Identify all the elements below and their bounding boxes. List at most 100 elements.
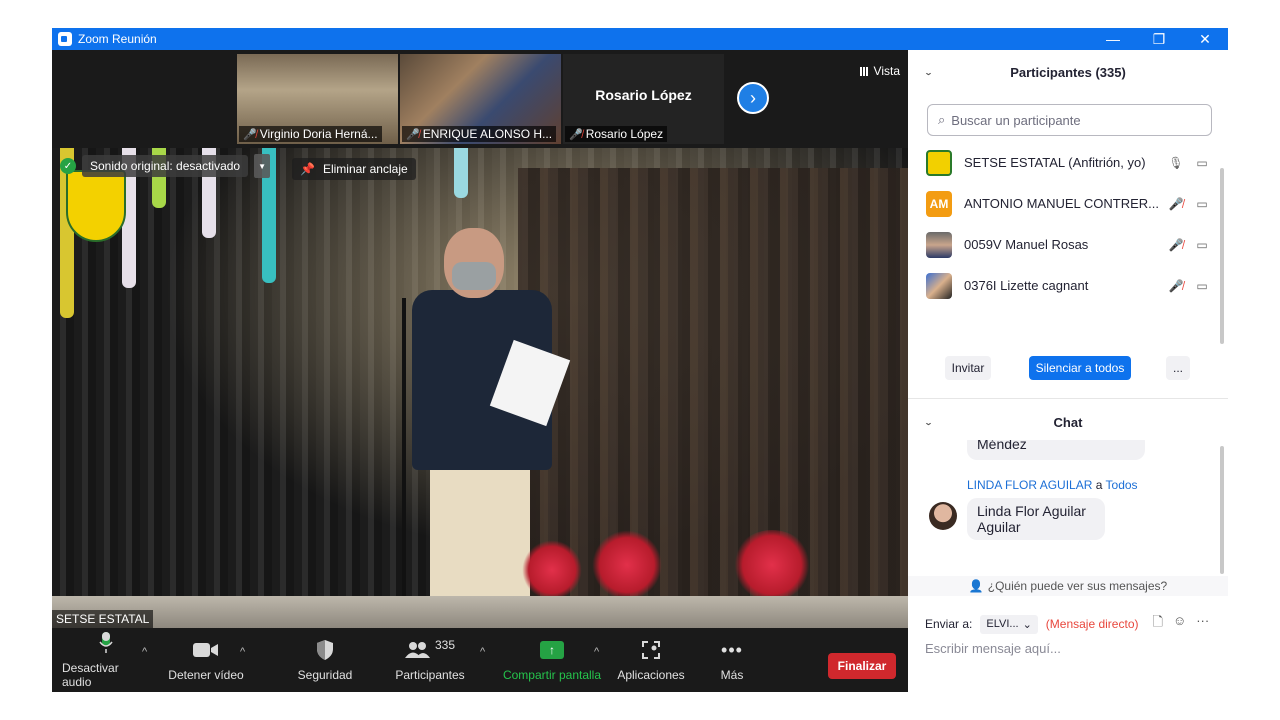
more-button[interactable]: ••• Más bbox=[708, 628, 756, 692]
more-label: Más bbox=[720, 668, 744, 682]
camera-icon[interactable]: ▭ bbox=[1192, 197, 1212, 211]
view-button[interactable]: Vista bbox=[859, 64, 900, 78]
search-icon: ⌕ bbox=[938, 112, 946, 127]
window-title: Zoom Reunión bbox=[78, 32, 157, 46]
mic-muted-icon: 🎤̸ bbox=[569, 128, 583, 141]
list-item[interactable]: 0376I Lizette cagnant 🎤̸ ▭ bbox=[908, 265, 1218, 306]
zoom-logo-icon bbox=[58, 32, 72, 46]
avatar bbox=[929, 502, 957, 530]
share-screen-button[interactable]: ↑ Compartir pantalla bbox=[500, 628, 604, 692]
participants-scrollbar[interactable] bbox=[1220, 168, 1224, 344]
chat-scrollbar[interactable] bbox=[1220, 446, 1224, 574]
chat-sender: LINDA FLOR AGUILAR a Todos bbox=[967, 478, 1138, 492]
stop-video-button[interactable]: Detener vídeo bbox=[166, 628, 246, 692]
microphone-icon bbox=[99, 631, 113, 655]
thumbnail-video[interactable]: Rosario López 🎤̸ Rosario López bbox=[563, 54, 724, 144]
participant-name: 0376I Lizette cagnant bbox=[964, 278, 1089, 293]
shield-icon bbox=[316, 638, 334, 662]
thumbnail-video[interactable]: 🎤̸ Virginio Doria Herná... bbox=[237, 54, 398, 144]
collapse-chevron-icon[interactable]: ⌄ bbox=[924, 67, 933, 76]
thumbnail-label: 🎤̸ Rosario López bbox=[565, 126, 668, 142]
encryption-shield-icon[interactable]: ✓ bbox=[60, 158, 76, 174]
emoji-icon[interactable]: ☺ bbox=[1173, 613, 1186, 635]
pin-icon: 📌 bbox=[300, 162, 315, 176]
mic-muted-icon[interactable]: 🎤̸ bbox=[1166, 238, 1186, 252]
divider bbox=[908, 398, 1228, 399]
audio-overlay: ✓ Sonido original: desactivado ▼ bbox=[60, 154, 271, 178]
avatar bbox=[926, 149, 952, 176]
minimize-button[interactable]: — bbox=[1090, 28, 1136, 50]
more-dots-icon: ••• bbox=[721, 639, 743, 660]
mic-muted-icon[interactable]: 🎤̸ bbox=[1166, 279, 1186, 293]
chevron-down-icon: ⌄ bbox=[1022, 618, 1032, 631]
participant-actions: Invitar Silenciar a todos ... bbox=[908, 356, 1228, 386]
mute-all-button[interactable]: Silenciar a todos bbox=[1029, 356, 1131, 380]
avatar: AM bbox=[926, 190, 952, 217]
next-page-arrow-icon[interactable]: › bbox=[737, 82, 769, 114]
chevron-down-icon[interactable]: ▼ bbox=[254, 154, 271, 178]
camera-icon[interactable]: ▭ bbox=[1192, 156, 1212, 170]
microphone-icon[interactable]: 🎙 bbox=[1166, 156, 1186, 170]
mic-muted-icon[interactable]: 🎤̸ bbox=[1166, 197, 1186, 211]
mic-muted-icon: 🎤̸ bbox=[243, 128, 257, 141]
institution-logo bbox=[66, 170, 126, 242]
restore-button[interactable]: ❐ bbox=[1136, 28, 1182, 50]
list-item[interactable]: AM ANTONIO MANUEL CONTRER... 🎤̸ ▭ bbox=[908, 183, 1218, 224]
file-icon[interactable]: 🗋 bbox=[1152, 613, 1162, 635]
participant-search-input[interactable]: ⌕ Buscar un participante bbox=[927, 104, 1212, 136]
participants-button[interactable]: 335 Participantes bbox=[392, 628, 468, 692]
participants-count: 335 bbox=[434, 638, 456, 652]
recipient-dropdown[interactable]: ELVI... ⌄ bbox=[980, 614, 1038, 634]
original-sound-button[interactable]: Sonido original: desactivado bbox=[82, 155, 249, 177]
zoom-window: Zoom Reunión — ❐ ✕ 🎤̸ Virginio Doria Her… bbox=[52, 28, 1228, 692]
view-label: Vista bbox=[873, 64, 900, 78]
participant-name: ANTONIO MANUEL CONTRER... bbox=[964, 196, 1160, 211]
apps-button[interactable]: Aplicaciones bbox=[614, 628, 688, 692]
collapse-chevron-icon[interactable]: ⌄ bbox=[924, 417, 933, 426]
share-options-caret-icon[interactable]: ^ bbox=[594, 646, 599, 658]
list-item[interactable]: 0059V Manuel Rosas 🎤̸ ▭ bbox=[908, 224, 1218, 265]
active-speaker-video: ✓ Sonido original: desactivado ▼ 📌 Elimi… bbox=[52, 148, 908, 628]
close-button[interactable]: ✕ bbox=[1182, 28, 1228, 50]
search-placeholder: Buscar un participante bbox=[951, 112, 1081, 128]
participants-caret-icon[interactable]: ^ bbox=[480, 646, 485, 658]
decoration bbox=[454, 148, 468, 198]
who-can-see-link[interactable]: 👤 ¿Quién puede ver sus mensajes? bbox=[908, 576, 1228, 596]
participants-title: Participantes (335) bbox=[1010, 64, 1126, 80]
camera-icon[interactable]: ▭ bbox=[1192, 279, 1212, 293]
list-item[interactable]: SETSE ESTATAL (Anfitrión, yo) 🎙 ▭ bbox=[908, 142, 1218, 183]
thumbnail-video[interactable]: 🎤̸ ENRIQUE ALONSO H... bbox=[400, 54, 561, 144]
apps-label: Aplicaciones bbox=[617, 668, 685, 682]
avatar bbox=[926, 231, 952, 258]
audio-options-caret-icon[interactable]: ^ bbox=[142, 646, 147, 658]
who-can-see-label: ¿Quién puede ver sus mensajes? bbox=[987, 579, 1168, 593]
invite-button[interactable]: Invitar bbox=[945, 356, 991, 380]
chat-bubble: Méndez bbox=[967, 440, 1145, 460]
participant-name: 0059V Manuel Rosas bbox=[964, 237, 1089, 252]
more-options-button[interactable]: ... bbox=[1166, 356, 1190, 380]
thumbnail-label: 🎤̸ ENRIQUE ALONSO H... bbox=[402, 126, 557, 142]
share-screen-label: Compartir pantalla bbox=[502, 668, 602, 682]
participants-header: ⌄ Participantes (335) bbox=[908, 50, 1228, 94]
poinsettia bbox=[522, 540, 582, 600]
mute-audio-label: Desactivar audio bbox=[62, 661, 119, 689]
poinsettia bbox=[592, 530, 662, 600]
poinsettia bbox=[732, 530, 812, 600]
more-dots-icon[interactable]: ··· bbox=[1196, 613, 1209, 635]
chat-header: ⌄ Chat bbox=[908, 400, 1228, 444]
send-to-row: Enviar a: ELVI... ⌄ (Mensaje directo) 🗋 … bbox=[925, 611, 1225, 637]
unpin-label: Eliminar anclaje bbox=[322, 162, 408, 176]
mute-audio-button[interactable]: Desactivar audio bbox=[62, 628, 150, 692]
thumbnail-name: Virginio Doria Herná... bbox=[259, 127, 378, 141]
camera-icon[interactable]: ▭ bbox=[1192, 238, 1212, 252]
side-panel: ⌄ Participantes (335) ⌕ Buscar un partic… bbox=[908, 50, 1228, 692]
end-meeting-button[interactable]: Finalizar bbox=[828, 653, 896, 679]
chat-messages: Méndez LINDA FLOR AGUILAR a Todos Linda … bbox=[908, 440, 1228, 576]
security-button[interactable]: Seguridad bbox=[290, 628, 360, 692]
chat-bubble: Linda Flor Aguilar Aguilar bbox=[967, 498, 1105, 540]
curtain bbox=[518, 168, 908, 608]
video-options-caret-icon[interactable]: ^ bbox=[240, 646, 245, 658]
unpin-button[interactable]: 📌 Eliminar anclaje bbox=[292, 158, 416, 180]
participants-label: Participantes bbox=[395, 668, 465, 682]
chat-message-input[interactable]: Escribir mensaje aquí... bbox=[925, 641, 1061, 656]
